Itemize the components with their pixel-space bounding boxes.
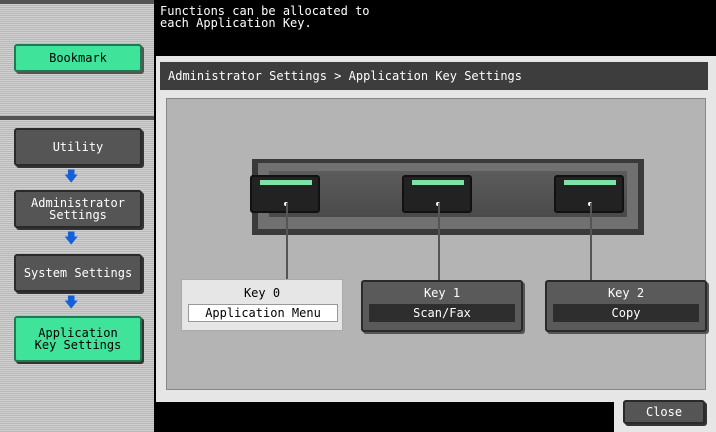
- down-arrow-icon: 🡇: [64, 231, 79, 247]
- sidebar-divider: [0, 116, 154, 120]
- sidebar-item-label: Utility: [52, 140, 104, 154]
- key-2-title: Key 2: [607, 286, 645, 300]
- key-led: [412, 180, 464, 185]
- down-arrow-icon: 🡇: [64, 295, 79, 311]
- key-led: [260, 180, 312, 185]
- key-1-connector: [438, 203, 440, 280]
- key-settings-area: Key 0 Application Menu Key 1 Scan/Fax Ke…: [166, 98, 707, 390]
- instruction-message: Functions can be allocated to each Appli…: [160, 4, 370, 30]
- breadcrumb: Administrator Settings > Application Key…: [160, 62, 708, 90]
- key-1-graphic: [402, 175, 472, 213]
- main-panel: Administrator Settings > Application Key…: [156, 56, 716, 402]
- key-0-button[interactable]: Key 0 Application Menu: [181, 279, 343, 331]
- sidebar-item-application-key-settings[interactable]: Application Key Settings: [14, 316, 142, 362]
- sidebar-item-system-settings[interactable]: System Settings: [14, 254, 142, 292]
- key-1-button[interactable]: Key 1 Scan/Fax: [361, 280, 523, 332]
- sidebar-item-administrator-settings[interactable]: Administrator Settings: [14, 190, 142, 228]
- down-arrow-icon: 🡇: [64, 169, 79, 185]
- sidebar-item-label: Administrator Settings: [31, 196, 125, 222]
- key-2-graphic: [554, 175, 624, 213]
- key-led: [564, 180, 616, 185]
- close-button[interactable]: Close: [623, 400, 705, 424]
- key-2-button[interactable]: Key 2 Copy: [545, 280, 707, 332]
- key-0-value: Application Menu: [188, 304, 338, 322]
- sidebar: Bookmark Utility 🡇 Administrator Setting…: [0, 0, 154, 432]
- sidebar-item-utility[interactable]: Utility: [14, 128, 142, 166]
- key-2-value: Copy: [553, 304, 699, 322]
- key-1-title: Key 1: [423, 286, 461, 300]
- sidebar-item-label: System Settings: [23, 266, 133, 280]
- sidebar-item-label: Application Key Settings: [34, 326, 122, 352]
- key-0-title: Key 0: [243, 286, 281, 300]
- key-0-connector: [286, 203, 288, 279]
- bookmark-button[interactable]: Bookmark: [14, 44, 142, 72]
- key-1-value: Scan/Fax: [369, 304, 515, 322]
- sidebar-divider: [0, 0, 154, 4]
- key-2-connector: [590, 203, 592, 280]
- key-0-graphic: [250, 175, 320, 213]
